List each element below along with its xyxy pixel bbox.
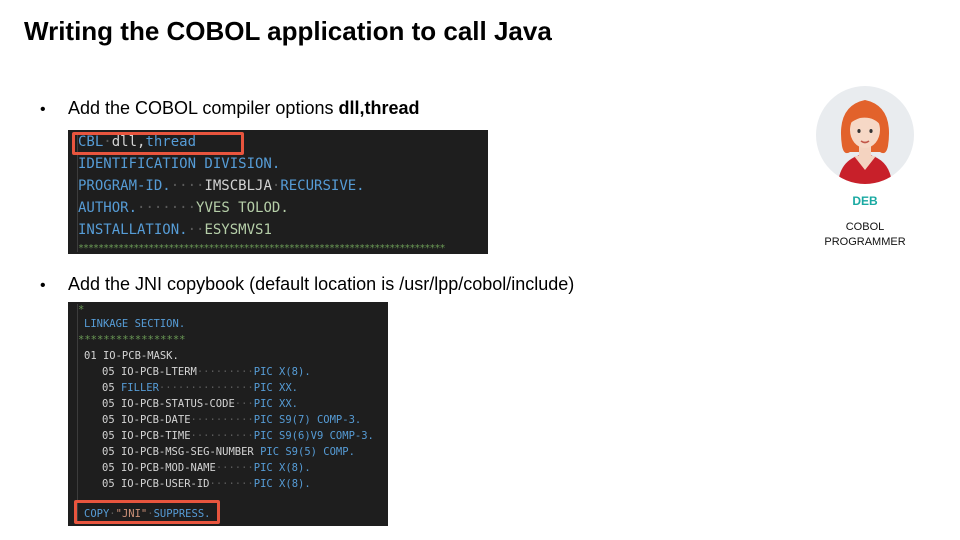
code-line-author: AUTHOR.·······YVES TOLOD. xyxy=(78,200,289,216)
code-line-row: 05 IO-PCB-STATUS-CODE···PIC XX. xyxy=(102,398,299,410)
code-token-installation-value: ESYSMVS1 xyxy=(204,222,272,238)
bullet-marker: • xyxy=(40,101,46,118)
code-token-installation: INSTALLATION. xyxy=(78,222,188,238)
code-line-installation: INSTALLATION.··ESYSMVS1 xyxy=(78,222,272,238)
bullet-text: Add the COBOL compiler options dll,threa… xyxy=(68,98,419,119)
code-line-identification: IDENTIFICATION DIVISION. xyxy=(78,156,281,172)
code-line-row: 05 IO-PCB-USER-ID·······PIC X(8). xyxy=(102,478,311,490)
persona-name: DEB xyxy=(852,194,878,208)
code-line-row: 05 IO-PCB-DATE··········PIC S9(7) COMP-3… xyxy=(102,414,362,426)
bullet-marker: • xyxy=(40,277,46,294)
code-token-program-name: IMSCBLJA xyxy=(204,178,272,194)
bullet-jni-copybook: • Add the JNI copybook (default location… xyxy=(40,274,574,295)
code-line-row: 05 IO-PCB-TIME··········PIC S9(6)V9 COMP… xyxy=(102,430,374,442)
code-line-comment: * xyxy=(78,304,85,316)
code-line-row: 05 FILLER···············PIC XX. xyxy=(102,382,299,394)
persona-role-line2: PROGRAMMER xyxy=(824,236,906,248)
slide-title: Writing the COBOL application to call Ja… xyxy=(24,16,552,46)
code-line-linkage: LINKAGE SECTION. xyxy=(84,318,186,330)
bullet-text-bold: dll,thread xyxy=(338,98,420,118)
code-line-row: 05 IO-PCB-MSG-SEG-NUMBER PIC S9(5) COMP. xyxy=(102,446,355,458)
code-token-recursive: RECURSIVE. xyxy=(280,178,365,194)
person-illustration-icon xyxy=(838,100,892,184)
avatar xyxy=(816,86,914,184)
highlight-box-copy xyxy=(74,500,220,524)
bullet-text: Add the JNI copybook (default location i… xyxy=(68,274,575,294)
code-line-row: 05 IO-PCB-LTERM·········PIC X(8). xyxy=(102,366,311,378)
bullet-compiler-options: • Add the COBOL compiler options dll,thr… xyxy=(40,98,419,119)
code-line-program-id: PROGRAM-ID.····IMSCBLJA·RECURSIVE. xyxy=(78,178,365,194)
comment-stars: ****************************************… xyxy=(78,243,445,254)
code-line-stars: ***************** xyxy=(78,334,186,346)
code-token-author: AUTHOR. xyxy=(78,200,138,216)
code-snippet-compiler-options: CBL·dll,thread IDENTIFICATION DIVISION. … xyxy=(68,130,488,254)
bullet-text-plain: Add the COBOL compiler options xyxy=(68,98,339,118)
code-line-mask: 01 IO-PCB-MASK. xyxy=(84,350,179,362)
code-token-program-id: PROGRAM-ID. xyxy=(78,178,171,194)
code-token-author-value: YVES TOLOD. xyxy=(196,200,289,216)
persona-role-line1: COBOL xyxy=(845,221,885,233)
code-line-row: 05 IO-PCB-MOD-NAME······PIC X(8). xyxy=(102,462,311,474)
highlight-box-cbl xyxy=(72,132,244,155)
persona-role: COBOL PROGRAMMER xyxy=(806,220,924,250)
code-snippet-linkage-section: * LINKAGE SECTION. ***************** 01 … xyxy=(68,302,388,526)
